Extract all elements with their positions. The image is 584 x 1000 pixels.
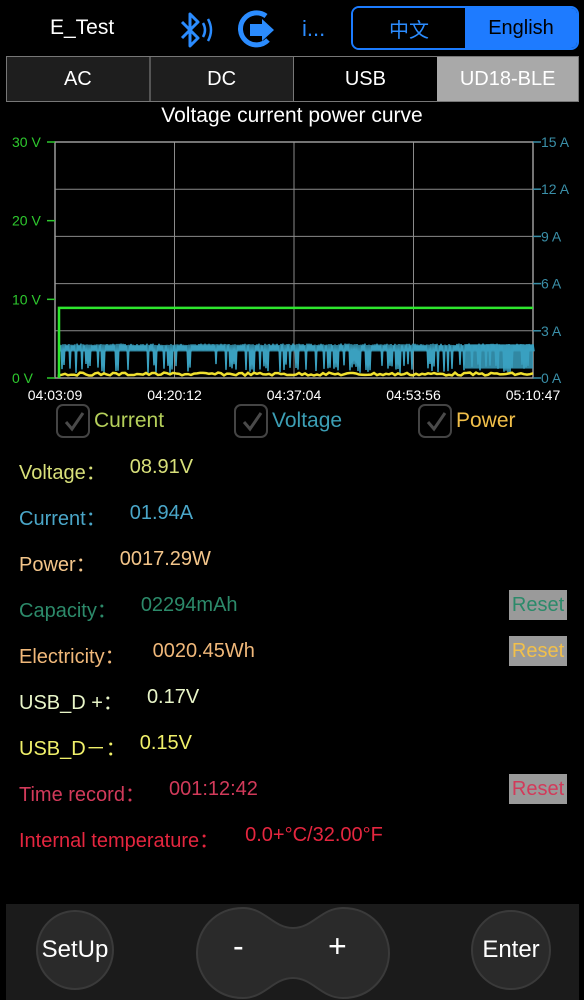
voltage-checkbox-label: Voltage	[272, 409, 343, 432]
capacity-value: 02294mAh	[140, 594, 238, 616]
left-tick-label: 10 V	[12, 291, 41, 307]
electricity-reading: Electricity： 0020.45Wh	[19, 640, 255, 669]
chart-grid	[54, 141, 534, 379]
right-tick-label: 15 A	[541, 134, 570, 150]
usb-dplus-reading: USB_D +： 0.17V	[19, 686, 199, 715]
right-tick-label: 12 A	[541, 181, 570, 197]
language-switch[interactable]: 中文 English	[351, 6, 579, 50]
voltage-value: 08.91V	[129, 456, 194, 478]
tab-dc[interactable]: DC	[150, 57, 294, 101]
chart-title: Voltage current power curve	[161, 104, 423, 127]
current-label: Current：	[19, 508, 106, 530]
right-axis-ticks: 0 A 3 A 6 A 9 A 12 A 15 A	[533, 134, 570, 386]
device-tabs: AC DC USB UD18-BLE	[6, 56, 579, 102]
tab-ac[interactable]: AC	[7, 57, 151, 101]
usb-dplus-value: 0.17V	[146, 686, 200, 708]
lang-chinese-button[interactable]: 中文	[353, 8, 465, 48]
electricity-value: 0020.45Wh	[152, 640, 255, 662]
capacity-label: Capacity：	[19, 600, 117, 622]
checkbox-icon	[234, 404, 268, 438]
temperature-label: Internal temperature：	[19, 830, 220, 852]
left-tick-label: 30 V	[12, 134, 41, 150]
electricity-label: Electricity：	[19, 646, 125, 668]
left-tick-label: 20 V	[12, 213, 41, 229]
time-record-value: 001:12:42	[168, 778, 258, 800]
plus-button[interactable]: +	[328, 928, 347, 965]
x-axis-ticks: 04:03:09 04:20:12 04:37:04 04:53:56 05:10:47	[28, 387, 561, 403]
voltage-reading: Voltage： 08.91V	[19, 456, 193, 485]
time-record-reset-button[interactable]: Reset	[509, 774, 567, 804]
checkbox-icon	[56, 404, 90, 438]
power-reading: Power： 0017.29W	[19, 548, 211, 577]
usb-dplus-label: USB_D +：	[19, 692, 123, 714]
tab-usb[interactable]: USB	[293, 57, 438, 101]
temperature-reading: Internal temperature： 0.0+°C/32.00°F	[19, 824, 383, 853]
current-checkbox[interactable]: Current	[56, 404, 164, 438]
power-checkbox-label: Power	[456, 409, 516, 432]
usb-dminus-value: 0.15V	[139, 732, 192, 754]
checkbox-icon	[418, 404, 452, 438]
x-tick-label: 04:53:56	[386, 387, 441, 403]
time-record-label: Time record：	[19, 784, 145, 806]
bluetooth-icon[interactable]	[172, 8, 218, 59]
usb-dminus-label: USB_D－：	[19, 738, 126, 760]
electricity-reset-button[interactable]: Reset	[509, 636, 567, 666]
x-tick-label: 04:03:09	[28, 387, 83, 403]
tab-ud18-ble[interactable]: UD18-BLE	[437, 57, 578, 101]
left-axis-ticks: 0 V 10 V 20 V 30 V	[12, 134, 55, 386]
current-series-band	[465, 344, 533, 369]
x-tick-label: 04:37:04	[267, 387, 322, 403]
temperature-value: 0.0+°C/32.00°F	[245, 824, 383, 846]
sync-icon[interactable]	[232, 8, 280, 57]
app-title: E_Test	[50, 16, 115, 39]
power-label: Power：	[19, 554, 96, 576]
more-button[interactable]: i...	[302, 16, 325, 42]
lang-english-button[interactable]: English	[465, 8, 577, 48]
usb-dminus-reading: USB_D－： 0.15V	[19, 732, 192, 761]
current-checkbox-label: Current	[94, 409, 165, 432]
enter-button[interactable]: Enter	[471, 910, 551, 990]
voltage-checkbox[interactable]: Voltage	[234, 404, 342, 438]
voltage-current-power-chart: 0 V 10 V 20 V 30 V 0 A 3 A 6 A 9 A 12 A 15 A 04:…	[12, 134, 570, 403]
right-tick-label: 0 A	[541, 370, 562, 386]
x-tick-label: 04:20:12	[147, 387, 202, 403]
current-value: 01.94A	[129, 502, 194, 524]
voltage-label: Voltage：	[19, 462, 106, 484]
minus-button[interactable]: -	[233, 928, 244, 965]
capacity-reset-button[interactable]: Reset	[509, 590, 567, 620]
power-value: 0017.29W	[119, 548, 211, 570]
plus-minus-pad	[195, 906, 391, 1000]
current-reading: Current： 01.94A	[19, 502, 193, 531]
capacity-reading: Capacity： 02294mAh	[19, 594, 238, 623]
left-tick-label: 0 V	[12, 370, 34, 386]
x-tick-label: 05:10:47	[506, 387, 561, 403]
time-record-reading: Time record： 001:12:42	[19, 778, 258, 807]
chart-series	[57, 306, 535, 378]
right-tick-label: 9 A	[541, 228, 562, 244]
power-checkbox[interactable]: Power	[418, 404, 516, 438]
right-tick-label: 3 A	[541, 323, 562, 339]
right-tick-label: 6 A	[541, 276, 562, 292]
setup-button[interactable]: SetUp	[36, 910, 114, 990]
power-series-line	[57, 371, 534, 378]
